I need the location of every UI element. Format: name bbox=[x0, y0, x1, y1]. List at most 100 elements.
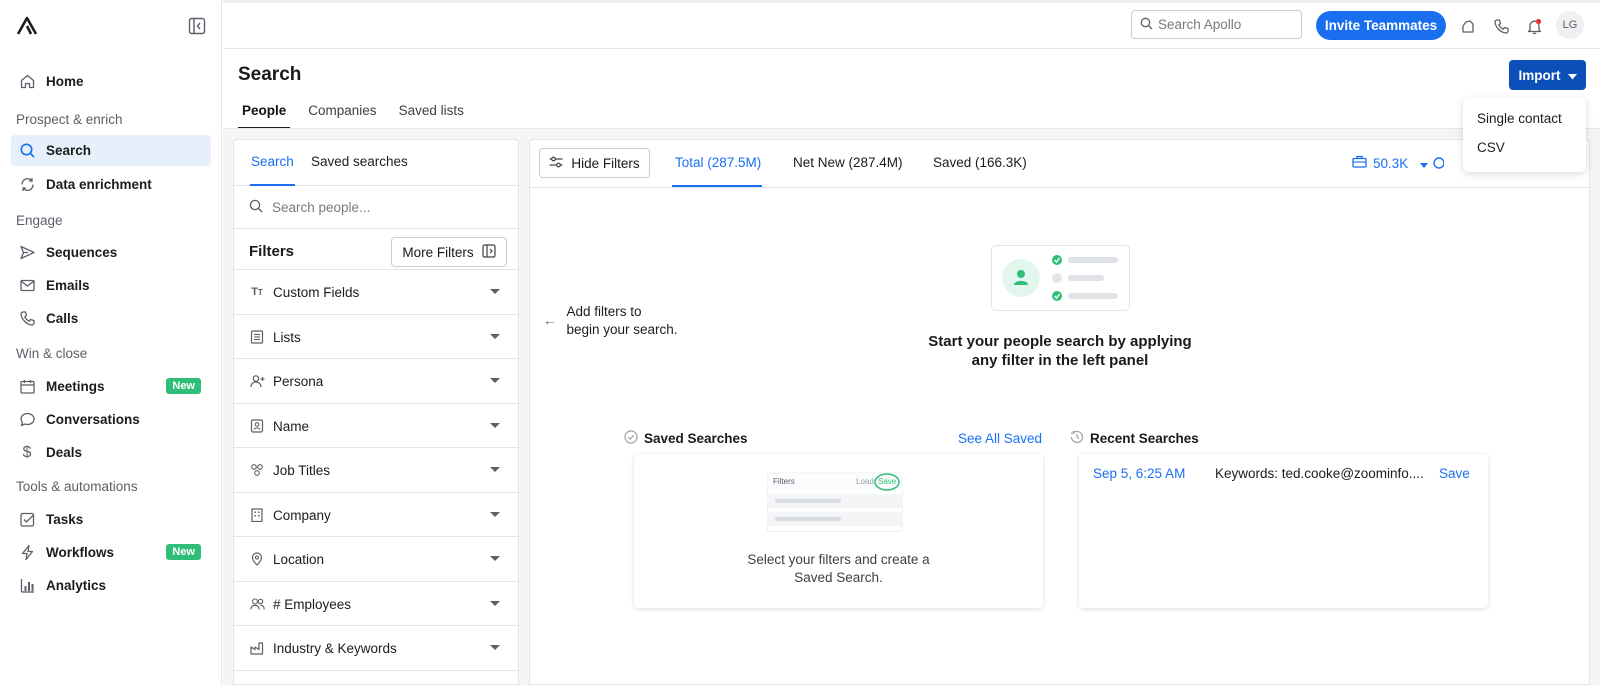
mini-filters-label: Filters bbox=[773, 477, 795, 486]
sidebar-item-label: Calls bbox=[46, 311, 79, 326]
filter-name[interactable]: Name bbox=[234, 403, 518, 448]
filter-label: Name bbox=[273, 418, 310, 434]
bell-icon[interactable] bbox=[1524, 16, 1544, 36]
tab-search[interactable]: Search bbox=[251, 154, 294, 169]
global-search-input[interactable]: Search Apollo bbox=[1131, 10, 1302, 39]
chevron-down-icon bbox=[490, 289, 500, 294]
filter-job-titles[interactable]: Job Titles bbox=[234, 447, 518, 492]
menu-item-csv[interactable]: CSV bbox=[1477, 140, 1505, 155]
filter-lists[interactable]: Lists bbox=[234, 314, 518, 359]
hide-filters-label: Hide Filters bbox=[571, 155, 640, 171]
page-tabs: People Companies Saved lists bbox=[238, 100, 482, 129]
tab-saved[interactable]: Saved (166.3K) bbox=[933, 155, 1027, 170]
empty-title-line-1: Start your people search by applying bbox=[928, 333, 1192, 350]
sidebar-item-label: Sequences bbox=[46, 245, 118, 260]
tab-net-new[interactable]: Net New (287.4M) bbox=[793, 155, 903, 170]
apollo-logo-icon[interactable] bbox=[16, 16, 38, 36]
active-tab-indicator bbox=[672, 185, 762, 187]
sidebar-item-label: Home bbox=[46, 74, 84, 89]
people-search-input[interactable]: Search people... bbox=[234, 187, 518, 229]
credits-dropdown[interactable]: 50.3K bbox=[1352, 155, 1429, 171]
tab-people[interactable]: People bbox=[238, 100, 291, 129]
chevron-down-icon bbox=[490, 423, 500, 428]
search-placeholder: Search Apollo bbox=[1158, 17, 1242, 32]
hint-line-1: Add filters to bbox=[566, 304, 642, 319]
filter-label: Company bbox=[273, 507, 331, 523]
sidebar-item-label: Meetings bbox=[46, 379, 105, 394]
sidebar-item-home[interactable]: Home bbox=[11, 66, 211, 97]
recent-search-date[interactable]: Sep 5, 6:25 AM bbox=[1093, 466, 1185, 481]
menu-item-single-contact[interactable]: Single contact bbox=[1477, 111, 1562, 126]
import-button[interactable]: Import bbox=[1509, 60, 1586, 90]
filter-custom-fields[interactable]: TT Custom Fields bbox=[234, 269, 518, 314]
saved-text-line-2: Saved Search. bbox=[794, 570, 883, 585]
apps-icon[interactable] bbox=[1458, 16, 1478, 36]
text-type-icon: TT bbox=[251, 286, 263, 298]
more-filters-button[interactable]: More Filters bbox=[391, 237, 507, 267]
sidebar-item-workflows[interactable]: Workflows New bbox=[11, 537, 211, 568]
sidebar-item-label: Tasks bbox=[46, 512, 84, 527]
sliders-icon bbox=[549, 156, 563, 171]
tab-saved-lists[interactable]: Saved lists bbox=[395, 100, 468, 129]
sidebar-item-conversations[interactable]: Conversations bbox=[11, 404, 211, 435]
filter-label: Industry & Keywords bbox=[273, 640, 397, 656]
credits-value: 50.3K bbox=[1373, 155, 1409, 171]
chevron-down-icon bbox=[490, 378, 500, 383]
sidebar-item-meetings[interactable]: Meetings New bbox=[11, 371, 211, 402]
home-icon bbox=[18, 73, 36, 91]
sidebar-item-emails[interactable]: Emails bbox=[11, 270, 211, 301]
hint-line-2: begin your search. bbox=[566, 322, 678, 337]
sidebar-item-calls[interactable]: Calls bbox=[11, 303, 211, 334]
tab-saved-searches[interactable]: Saved searches bbox=[311, 154, 408, 169]
saved-searches-heading: Saved Searches bbox=[624, 430, 748, 447]
saved-searches-empty-text: Select your filters and create a Saved S… bbox=[634, 551, 1043, 587]
sidebar-item-tasks[interactable]: Tasks bbox=[11, 504, 211, 535]
filter-employees[interactable]: # Employees bbox=[234, 581, 518, 626]
bar-chart-icon bbox=[18, 577, 36, 595]
filter-persona[interactable]: Persona bbox=[234, 358, 518, 403]
lightning-icon bbox=[18, 544, 36, 562]
recent-searches-title: Recent Searches bbox=[1090, 431, 1199, 446]
chevron-down-icon bbox=[490, 467, 500, 472]
caret-down-icon bbox=[1567, 68, 1577, 83]
search-icon bbox=[1140, 17, 1153, 33]
search-icon bbox=[249, 199, 263, 216]
filter-industry-keywords[interactable]: Industry & Keywords bbox=[234, 625, 518, 670]
saved-search-illustration: Filters Load Save bbox=[767, 472, 903, 532]
recent-searches-heading: Recent Searches bbox=[1069, 430, 1199, 447]
hide-filters-button[interactable]: Hide Filters bbox=[539, 148, 650, 178]
sidebar-item-sequences[interactable]: Sequences bbox=[11, 237, 211, 268]
phone-icon[interactable] bbox=[1491, 16, 1511, 36]
sidebar-item-deals[interactable]: $ Deals bbox=[11, 437, 211, 468]
recent-search-save-button[interactable]: Save bbox=[1439, 466, 1470, 481]
briefcase-icon bbox=[1352, 155, 1367, 171]
sidebar-item-data-enrichment[interactable]: Data enrichment bbox=[11, 169, 211, 200]
filter-location[interactable]: Location bbox=[234, 536, 518, 581]
view-icon[interactable] bbox=[1432, 156, 1445, 173]
location-pin-icon bbox=[249, 551, 265, 567]
section-tools-automations: Tools & automations bbox=[16, 479, 138, 494]
people-search-illustration bbox=[991, 245, 1130, 311]
avatar[interactable]: LG bbox=[1556, 11, 1584, 39]
filter-company[interactable]: Company bbox=[234, 492, 518, 537]
invite-teammates-button[interactable]: Invite Teammates bbox=[1316, 11, 1446, 40]
chevron-down-icon bbox=[490, 556, 500, 561]
recent-search-keywords: Keywords: ted.cooke@zoominfo.... bbox=[1215, 466, 1424, 481]
name-card-icon bbox=[249, 418, 265, 434]
sidebar-item-analytics[interactable]: Analytics bbox=[11, 570, 211, 601]
factory-icon bbox=[249, 640, 265, 656]
tab-companies[interactable]: Companies bbox=[304, 100, 380, 129]
chevron-down-icon bbox=[490, 601, 500, 606]
chevron-down-icon bbox=[490, 334, 500, 339]
new-badge: New bbox=[166, 378, 201, 394]
sidebar-item-label: Data enrichment bbox=[46, 177, 152, 192]
panel-expand-icon bbox=[482, 243, 496, 261]
topbar: Search Apollo Invite Teammates LG bbox=[223, 0, 1600, 49]
refresh-data-icon bbox=[18, 176, 36, 194]
filter-label: Persona bbox=[273, 373, 324, 389]
see-all-saved-link[interactable]: See All Saved bbox=[958, 431, 1042, 446]
sidebar-collapse-icon[interactable] bbox=[188, 17, 206, 35]
sidebar-item-search[interactable]: Search bbox=[11, 135, 211, 166]
page-title: Search bbox=[238, 64, 302, 85]
tab-total[interactable]: Total (287.5M) bbox=[675, 155, 761, 170]
